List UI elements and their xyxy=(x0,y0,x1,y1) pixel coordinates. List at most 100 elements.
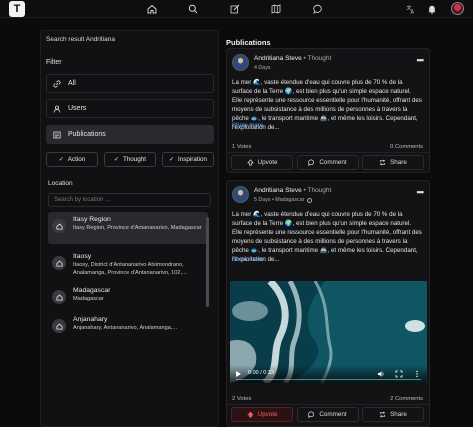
comment-icon xyxy=(308,411,315,418)
chip-inspiration[interactable]: ✓ Inspiration xyxy=(162,152,214,167)
comment-icon xyxy=(308,159,315,166)
post-type: • Thought xyxy=(303,55,332,62)
video-more-icon[interactable] xyxy=(413,370,421,378)
filter-all-button[interactable]: All xyxy=(46,74,214,93)
chip-thought[interactable]: ✓ Thought xyxy=(104,152,156,167)
search-result-heading: Search result Andritiana xyxy=(46,36,116,43)
location-item[interactable]: Madagascar Madagascar xyxy=(48,283,208,315)
post-author[interactable]: Andritiana Steve • Thought xyxy=(254,55,331,62)
home-icon xyxy=(52,290,66,304)
app-logo[interactable]: T xyxy=(9,1,25,17)
chip-action[interactable]: ✓ Action xyxy=(46,152,98,167)
location-subtitle: Madagascar xyxy=(73,296,104,302)
chip-action-label: Action xyxy=(67,156,86,163)
filter-users-label: Users xyxy=(68,105,87,112)
location-heading: Location xyxy=(48,180,73,187)
post-date: 4 Days xyxy=(254,65,271,71)
location-title: Itasy Region xyxy=(73,216,111,223)
comment-label: Comment xyxy=(319,159,347,166)
fullscreen-icon[interactable] xyxy=(395,370,403,378)
location-subtitle: Itasy Region, Province d'Antananarivo, M… xyxy=(73,225,202,231)
comments-count[interactable]: 2 Comments xyxy=(390,396,423,402)
divider xyxy=(227,152,429,153)
check-icon: ✓ xyxy=(113,157,119,163)
user-icon xyxy=(53,105,61,113)
post-actions: Upvote Comment Share xyxy=(231,155,424,170)
location-item[interactable]: Anjanahary Anjanahary, Antananarivo, Anal… xyxy=(48,312,208,344)
search-icon[interactable] xyxy=(187,3,199,15)
location-subtitle: Anjanahary, Antananarivo, Analamanga,... xyxy=(73,325,178,331)
share-icon xyxy=(380,411,386,418)
post-card: Andritiana Steve • Thought 4 Days ••• La… xyxy=(226,48,430,173)
upvote-button[interactable]: Upvote xyxy=(231,407,293,422)
map-icon[interactable] xyxy=(270,3,282,15)
filter-users-button[interactable]: Users xyxy=(46,99,214,118)
post-card: Andritiana Steve • Thought 5 Days • Mada… xyxy=(226,180,430,427)
location-subtitle: Itaosy, District d'Antananarivo Atsimond… xyxy=(73,262,187,276)
post-author[interactable]: Andritiana Steve • Thought xyxy=(254,187,331,194)
show-more-link[interactable]: Show more xyxy=(232,122,263,129)
location-item[interactable]: Itasy Region Itasy Region, Province d'Ant… xyxy=(48,212,208,244)
author-avatar[interactable] xyxy=(232,186,249,203)
chip-inspiration-label: Inspiration xyxy=(177,156,208,163)
volume-icon[interactable] xyxy=(377,370,385,378)
video-time: 0:00 / 0:33 xyxy=(248,370,274,376)
translate-icon[interactable]: 文A xyxy=(405,3,417,15)
share-button[interactable]: Share xyxy=(362,155,424,170)
filter-heading: Filter xyxy=(46,59,62,66)
edit-icon[interactable] xyxy=(229,3,241,15)
share-label: Share xyxy=(390,159,407,166)
author-name: Andritiana Steve xyxy=(254,55,302,62)
play-icon[interactable] xyxy=(236,371,241,377)
post-date-location: 5 Days • Madagascar xyxy=(254,197,305,203)
more-options-icon[interactable]: ••• xyxy=(417,187,425,197)
votes-count: 1 Votes xyxy=(232,144,252,150)
comment-button[interactable]: Comment xyxy=(296,155,359,170)
upvote-label: Upvote xyxy=(257,159,278,166)
post-video[interactable]: 0:00 / 0:33 xyxy=(230,281,427,383)
filter-panel: Search result Andritiana Filter All User… xyxy=(40,30,219,427)
chip-thought-label: Thought xyxy=(122,156,147,163)
comments-count[interactable]: 0 Comments xyxy=(390,144,423,150)
more-options-icon[interactable]: ••• xyxy=(417,55,425,65)
location-title: Anjanahary xyxy=(73,316,108,323)
upvote-icon xyxy=(246,411,254,418)
upvote-button[interactable]: Upvote xyxy=(231,155,293,170)
votes-count: 2 Votes xyxy=(232,396,252,402)
post-actions: Upvote Comment Share xyxy=(231,407,424,422)
location-title: Madagascar xyxy=(73,287,111,294)
show-more-link[interactable]: Show more xyxy=(232,256,263,263)
bell-icon[interactable] xyxy=(426,3,438,15)
publications-heading: Publications xyxy=(226,38,271,47)
check-icon: ✓ xyxy=(58,157,64,163)
comment-button[interactable]: Comment xyxy=(296,407,359,422)
comment-label: Comment xyxy=(319,411,347,418)
location-search-input[interactable]: Search by location ... xyxy=(48,193,211,207)
globe-icon xyxy=(307,197,313,203)
upvote-icon xyxy=(246,159,254,166)
location-title: Itaosy xyxy=(73,253,92,260)
divider xyxy=(227,404,429,405)
post-stats: 1 Votes 0 Comments xyxy=(232,144,423,150)
post-type: • Thought xyxy=(303,187,332,194)
home-icon xyxy=(52,219,66,233)
check-icon: ✓ xyxy=(168,157,174,163)
post-meta: 4 Days xyxy=(254,65,271,71)
location-item[interactable]: Itaosy Itaosy, District d'Antananarivo At… xyxy=(48,249,208,285)
link-icon xyxy=(53,80,61,87)
post-stats: 2 Votes 2 Comments xyxy=(232,396,423,402)
share-button[interactable]: Share xyxy=(362,407,424,422)
share-label: Share xyxy=(390,411,407,418)
newspaper-icon xyxy=(53,131,61,138)
video-progress-bar[interactable] xyxy=(236,378,421,380)
user-avatar[interactable] xyxy=(451,2,464,15)
video-controls: 0:00 / 0:33 xyxy=(230,365,427,383)
author-name: Andritiana Steve xyxy=(254,187,302,194)
author-avatar[interactable] xyxy=(232,54,249,71)
filter-publications-button[interactable]: Publications xyxy=(46,125,214,144)
home-icon xyxy=(52,319,66,333)
chat-icon[interactable] xyxy=(312,3,324,15)
home-icon[interactable] xyxy=(146,3,158,15)
upvote-label: Upvote xyxy=(257,411,278,418)
location-scrollbar[interactable] xyxy=(206,217,209,307)
